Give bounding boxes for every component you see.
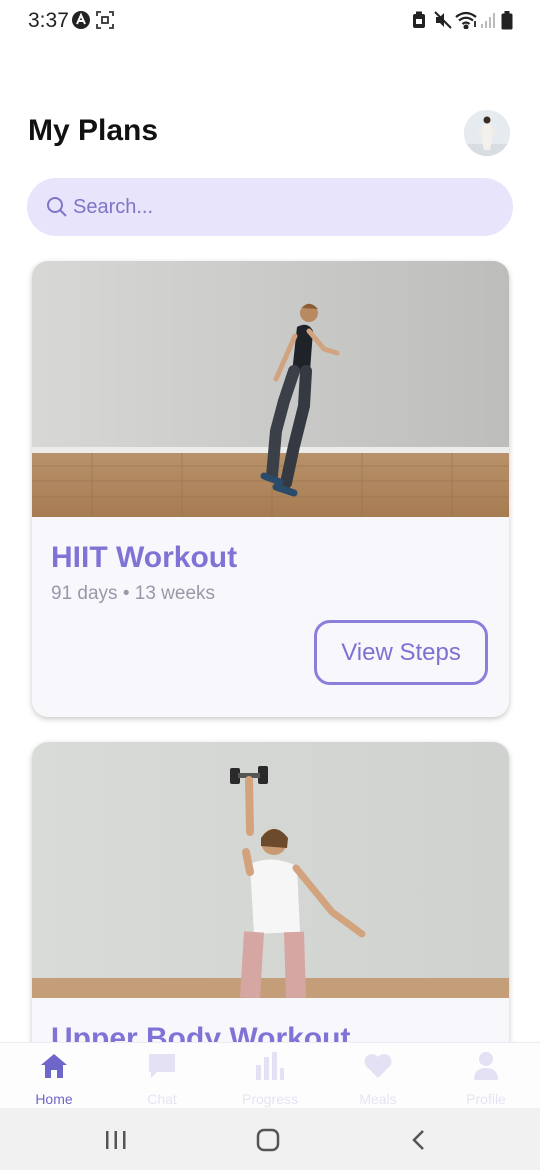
- view-steps-button[interactable]: View Steps: [314, 620, 488, 685]
- page-title: My Plans: [28, 114, 159, 147]
- search-icon: [45, 195, 69, 219]
- recent-apps-icon[interactable]: [102, 1126, 130, 1154]
- tab-chat[interactable]: Chat: [108, 1043, 216, 1109]
- chat-icon: [147, 1051, 177, 1081]
- search-input[interactable]: [73, 195, 493, 219]
- search-bar[interactable]: [27, 178, 513, 236]
- battery-saver-icon: [412, 10, 426, 30]
- heart-icon: [363, 1051, 393, 1081]
- status-time: 3:37: [28, 9, 69, 32]
- bar-chart-icon: [255, 1051, 285, 1081]
- tab-profile[interactable]: Profile: [432, 1043, 540, 1109]
- status-bar: 3:37: [0, 0, 540, 40]
- bottom-tab-bar: Home Chat Progress Meals Profile: [0, 1042, 540, 1108]
- screenshot-icon: [96, 10, 114, 30]
- mute-icon: [434, 10, 452, 30]
- plan-card-hiit[interactable]: HIIT Workout 91 days • 13 weeks View Ste…: [32, 261, 509, 717]
- plan-card-upper-body[interactable]: Upper Body Workout: [32, 742, 509, 1072]
- person-icon: [471, 1051, 501, 1081]
- back-icon[interactable]: [405, 1126, 433, 1154]
- system-navigation-bar: [0, 1108, 540, 1170]
- tab-label: Profile: [466, 1091, 506, 1107]
- tab-label: Meals: [359, 1091, 397, 1107]
- wifi-icon: [455, 10, 479, 30]
- app-a-icon: [71, 10, 91, 30]
- plan-duration: 91 days • 13 weeks: [51, 583, 216, 604]
- tab-home[interactable]: Home: [0, 1043, 108, 1109]
- tab-meals[interactable]: Meals: [324, 1043, 432, 1109]
- plan-image: [32, 261, 509, 517]
- home-nav-icon[interactable]: [254, 1126, 282, 1154]
- signal-icon: [480, 10, 496, 30]
- battery-icon: [500, 10, 513, 30]
- avatar[interactable]: [464, 110, 510, 156]
- tab-label: Progress: [241, 1091, 299, 1107]
- tab-label: Home: [35, 1091, 73, 1107]
- home-icon: [39, 1051, 69, 1081]
- tab-label: Chat: [147, 1091, 177, 1107]
- plan-title: HIIT Workout: [51, 541, 238, 574]
- tab-progress[interactable]: Progress: [216, 1043, 324, 1109]
- plan-image: [32, 742, 509, 999]
